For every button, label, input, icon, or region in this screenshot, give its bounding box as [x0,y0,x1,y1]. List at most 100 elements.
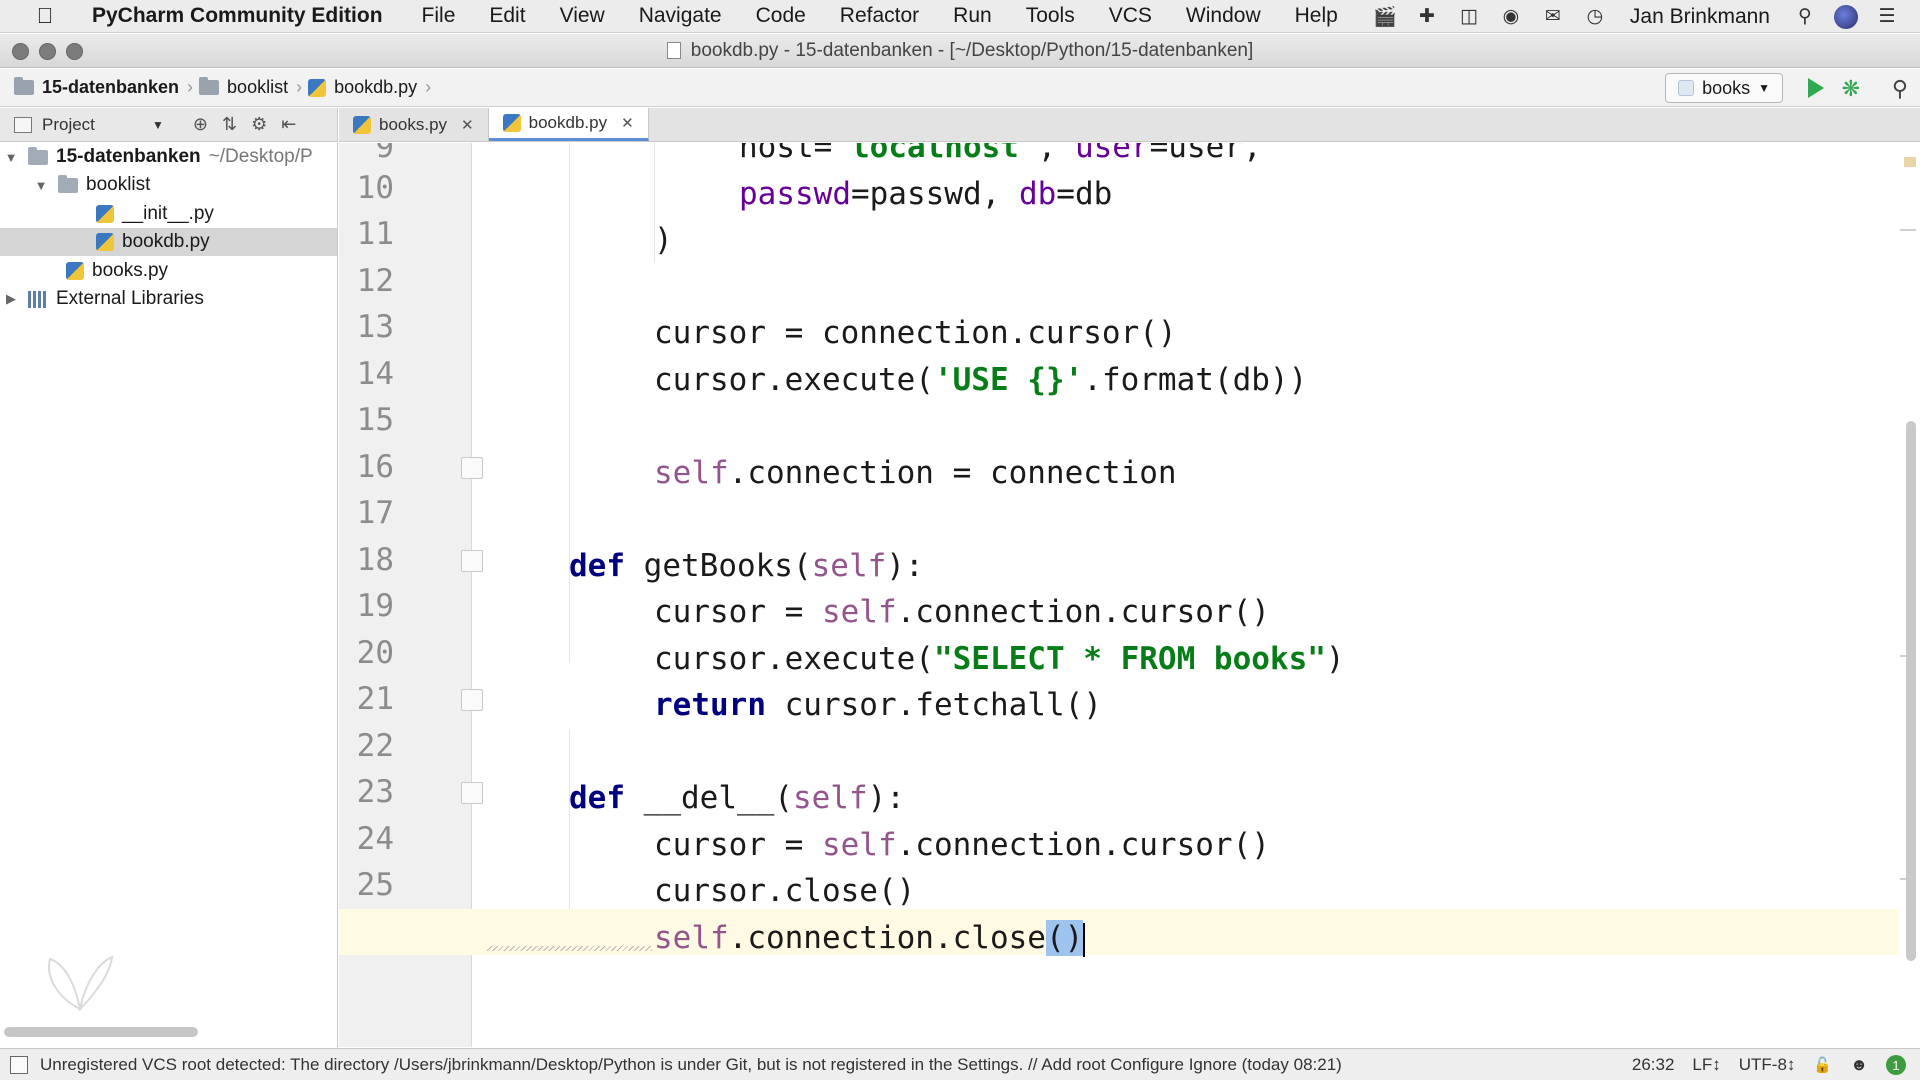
code-token: ): [867,780,905,816]
code-function-name: __del__( [625,780,793,816]
expand-arrow-icon[interactable]: ▼ [4,150,18,165]
search-everywhere-icon[interactable]: ⚲ [1892,76,1908,102]
zoom-window-button[interactable] [66,43,83,60]
breadcrumb-file[interactable]: bookdb.py [334,77,417,98]
gear-icon[interactable]: ⚙ [251,114,267,135]
editor-vertical-scrollbar[interactable] [1906,421,1916,961]
tab-bookdb-py[interactable]: bookdb.py ✕ [488,108,649,141]
encoding-selector[interactable]: UTF-8↕ [1739,1055,1796,1075]
close-icon[interactable]: ✕ [461,116,474,134]
tree-item-booklist[interactable]: ▼ booklist [0,171,337,199]
code-token: cursor.fetchall() [765,687,1102,723]
expand-arrow-icon[interactable]: ▼ [34,178,48,193]
run-button[interactable] [1808,78,1824,98]
siri-icon[interactable] [1834,4,1858,29]
code-token: host= [739,143,833,165]
line-separator-selector[interactable]: LF↕ [1692,1055,1720,1075]
clapperboard-icon[interactable]: 🎬 [1372,6,1398,28]
code-token: ) [654,222,673,258]
menu-window[interactable]: Window [1186,4,1261,28]
status-message[interactable]: Unregistered VCS root detected: The dire… [40,1055,1342,1075]
warning-underline [487,946,652,951]
menu-file[interactable]: File [422,4,456,28]
code-editor[interactable]: 9 10 11 12 13 14 15 16 17 18 19 20 21 22… [339,143,1920,1047]
code-line-10: passwd=passwd, db=db [339,170,1899,216]
text-caret [1083,922,1086,957]
code-self: self [792,780,868,816]
code-line-25: cursor.close() [339,867,1899,913]
debug-bug-icon[interactable]: ❋ [1842,76,1860,102]
code-string: 'localhost' [832,143,1038,165]
collapsed-arrow-icon[interactable]: ▶ [4,291,18,307]
app-menu[interactable]: PyCharm Community Edition [92,4,383,28]
plus-cross-icon[interactable]: ✚ [1414,6,1440,28]
menu-tools[interactable]: Tools [1026,4,1075,28]
code-line-20: cursor.execute("SELECT * FROM books") [339,635,1899,681]
menu-edit[interactable]: Edit [489,4,525,28]
tree-item-label: booklist [86,174,151,195]
error-stripe-marker[interactable] [1900,229,1916,231]
tree-horizontal-scrollbar[interactable] [4,1027,198,1037]
project-tree: ▼ 15-datenbanken ~/Desktop/P ▼ booklist … [0,143,338,1047]
code-line-19: cursor = self.connection.cursor() [339,588,1899,634]
chevron-down-icon[interactable]: ▼ [152,118,164,132]
chevron-down-icon: ▼ [1758,81,1770,95]
run-configuration-label: books [1702,77,1751,98]
tree-item-books-py[interactable]: books.py [0,257,337,285]
menu-vcs[interactable]: VCS [1109,4,1152,28]
tree-item-project-root[interactable]: ▼ 15-datenbanken ~/Desktop/P [0,143,337,171]
menu-help[interactable]: Help [1295,4,1338,28]
tree-item-init-py[interactable]: __init__.py [0,200,337,228]
code-token: =db [1056,176,1113,212]
tree-item-external-libraries[interactable]: ▶ External Libraries [0,285,337,313]
code-line-14: cursor.execute('USE {}'.format(db)) [339,356,1899,402]
camera-icon[interactable]: ◫ [1456,6,1482,28]
menu-run[interactable]: Run [953,4,992,28]
tree-item-label: 15-datenbanken [56,146,201,167]
notification-list-icon[interactable]: ☰ [1874,6,1900,28]
leaf-icon[interactable]: ◉ [1498,6,1524,28]
close-icon[interactable]: ✕ [621,114,634,132]
run-configuration-selector[interactable]: books ▼ [1665,73,1783,103]
code-token: cursor = [654,827,822,863]
chat-bubble-icon[interactable]: ✉ [1540,6,1566,28]
hide-panel-icon[interactable]: ⇤ [281,114,296,135]
chevron-right-icon: › [425,77,432,97]
code-function-name: getBooks( [625,548,812,584]
python-file-icon [308,78,327,97]
close-window-button[interactable] [12,43,29,60]
error-stripe-marker[interactable] [1904,157,1916,167]
menu-view[interactable]: View [560,4,605,28]
event-log-badge[interactable]: 1 [1886,1055,1906,1075]
menu-navigate[interactable]: Navigate [639,4,722,28]
code-line-16: self.connection = connection [339,449,1899,495]
tab-books-py[interactable]: books.py ✕ [339,108,489,141]
minimize-window-button[interactable] [39,43,56,60]
user-name[interactable]: Jan Brinkmann [1630,5,1770,29]
window-controls [12,43,83,60]
apple-icon[interactable]:  [28,3,62,29]
document-icon [666,42,681,59]
code-line-23: def __del__(self): [339,774,1899,820]
caret-position[interactable]: 26:32 [1632,1055,1675,1075]
collapse-all-icon[interactable]: ⇅ [222,114,237,135]
macos-menubar:  PyCharm Community Edition File Edit Vi… [0,0,1920,33]
code-keyword: def [569,548,625,584]
tree-item-bookdb-py[interactable]: bookdb.py [0,228,337,256]
locate-target-icon[interactable]: ⊕ [193,114,208,135]
menu-refactor[interactable]: Refactor [840,4,919,28]
chevron-right-icon: › [296,77,303,97]
breadcrumb-package[interactable]: booklist [227,77,288,98]
breadcrumb-project[interactable]: 15-datenbanken [42,77,179,98]
spotlight-search-icon[interactable]: ⚲ [1792,6,1818,28]
project-view-selector[interactable]: Project [42,115,152,135]
inspector-icon[interactable]: ☻ [1850,1055,1868,1075]
code-line-9: host='localhost', user=user, [339,143,1899,169]
lock-icon[interactable]: 🔓 [1813,1056,1832,1074]
tool-windows-toggle-icon[interactable] [10,1055,28,1074]
breadcrumb: 15-datenbanken › booklist › bookdb.py › [0,77,437,98]
code-keyword: def [569,780,625,816]
menu-code[interactable]: Code [756,4,806,28]
code-keyword: return [654,687,766,723]
time-machine-icon[interactable]: ◷ [1582,6,1608,28]
